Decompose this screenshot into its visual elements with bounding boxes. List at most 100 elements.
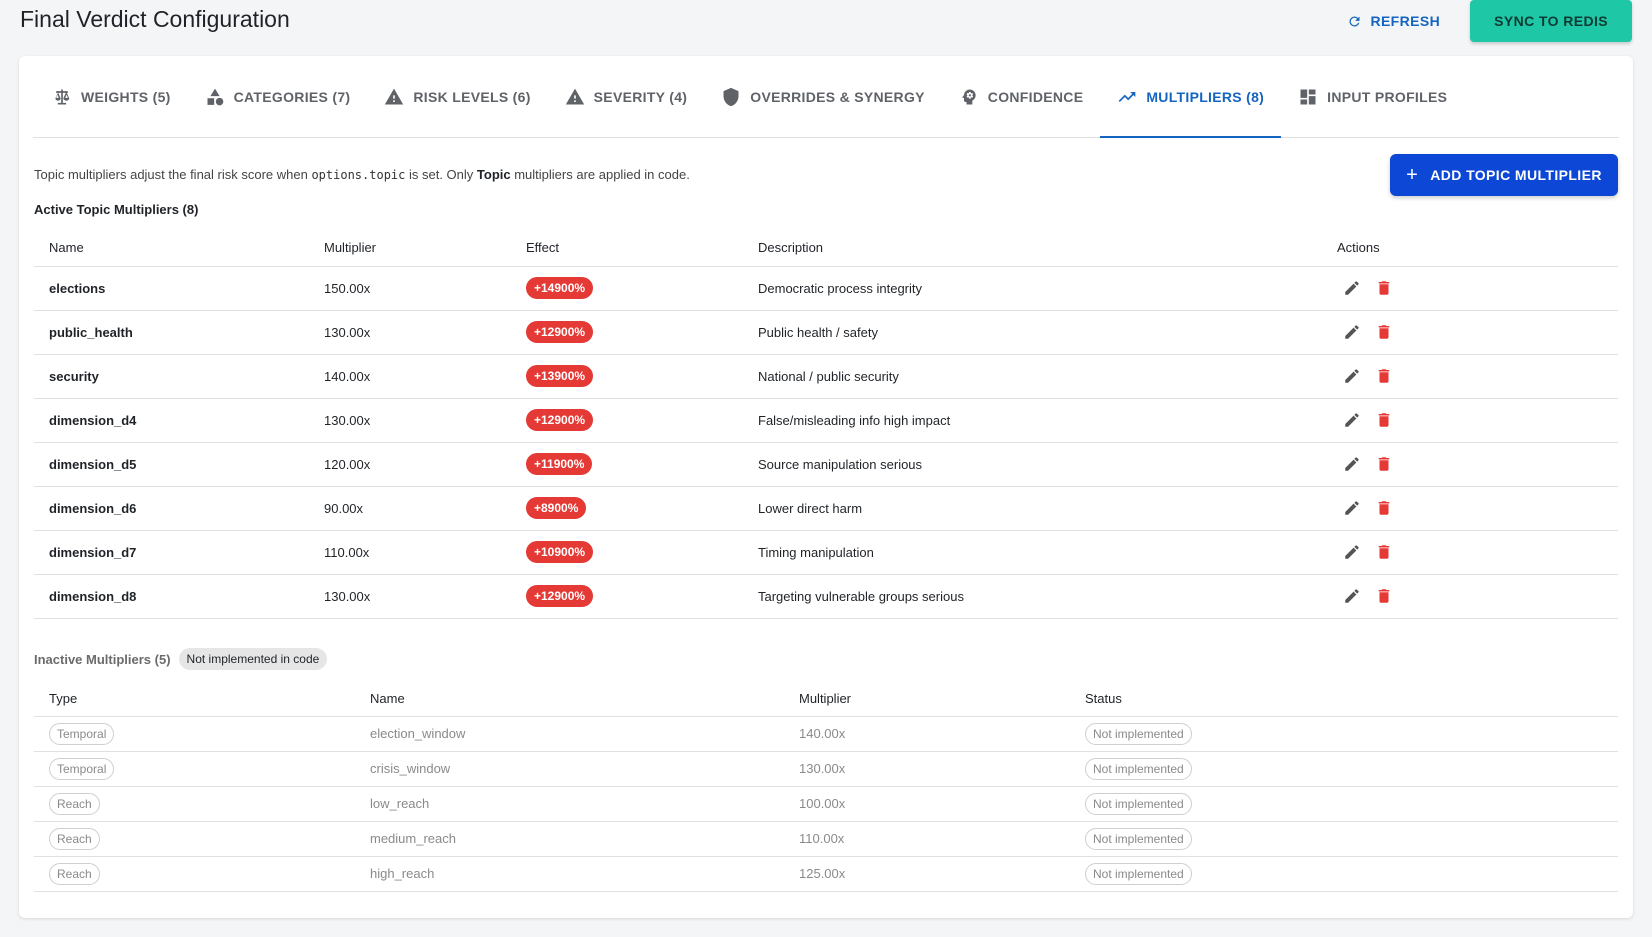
column-header: Description: [743, 230, 1322, 267]
tab-severity[interactable]: SEVERITY (4): [548, 56, 705, 137]
code-snippet: options.topic: [311, 168, 406, 182]
edit-icon[interactable]: [1343, 543, 1361, 561]
effect-cell: +10900%: [511, 530, 743, 575]
multiplier-name: public_health: [34, 310, 309, 355]
delete-icon[interactable]: [1375, 279, 1393, 297]
type-cell: Temporal: [34, 716, 355, 752]
delete-icon[interactable]: [1375, 499, 1393, 517]
tab-weights[interactable]: WEIGHTS (5): [35, 56, 188, 137]
tab-bar: WEIGHTS (5) CATEGORIES (7) RISK LEVELS (…: [33, 56, 1619, 138]
inactive-name: crisis_window: [355, 751, 784, 787]
type-cell: Reach: [34, 786, 355, 822]
tab-label: CONFIDENCE: [987, 88, 1084, 105]
effect-badge: +14900%: [526, 277, 594, 299]
intro-text: Topic multipliers adjust the final risk …: [34, 167, 690, 182]
multiplier-value: 140.00x: [309, 354, 511, 399]
actions-cell: [1322, 398, 1618, 443]
multiplier-description: Lower direct harm: [743, 486, 1322, 531]
add-topic-multiplier-button[interactable]: + ADD TOPIC MULTIPLIER: [1390, 154, 1618, 196]
effect-badge: +13900%: [526, 365, 594, 387]
column-header: Effect: [511, 230, 743, 267]
multiplier-description: Targeting vulnerable groups serious: [743, 574, 1322, 619]
type-cell: Temporal: [34, 751, 355, 787]
actions-cell: [1322, 574, 1618, 619]
tab-categories[interactable]: CATEGORIES (7): [188, 56, 368, 137]
table-row: dimension_d8 130.00x +12900% Targeting vuln…: [34, 574, 1618, 619]
column-header: Multiplier: [309, 230, 511, 267]
table-row: elections 150.00x +14900% Democratic proces…: [34, 266, 1618, 311]
scale-icon: [55, 89, 70, 104]
sync-to-redis-button[interactable]: SYNC TO REDIS: [1470, 0, 1632, 42]
column-header: Name: [355, 682, 784, 717]
warning-icon: [385, 88, 404, 104]
edit-icon[interactable]: [1343, 455, 1361, 473]
tab-multipliers[interactable]: MULTIPLIERS (8): [1100, 56, 1281, 138]
multiplier-description: Public health / safety: [743, 310, 1322, 355]
effect-cell: +12900%: [511, 310, 743, 355]
effect-badge: +8900%: [526, 497, 587, 519]
page-title: Final Verdict Configuration: [20, 6, 290, 32]
effect-cell: +12900%: [511, 574, 743, 619]
tab-label: OVERRIDES & SYNERGY: [750, 88, 925, 105]
table-row: dimension_d7 110.00x +10900% Timing manipul…: [34, 530, 1618, 575]
plus-icon: +: [1406, 164, 1419, 186]
not-implemented-chip: Not implemented in code: [178, 648, 328, 670]
actions-cell: [1322, 354, 1618, 399]
edit-icon[interactable]: [1343, 587, 1361, 605]
column-header: Multiplier: [784, 682, 1070, 717]
refresh-button[interactable]: REFRESH: [1335, 5, 1452, 37]
multiplier-name: security: [34, 354, 309, 399]
effect-badge: +12900%: [526, 321, 594, 343]
delete-icon[interactable]: [1375, 543, 1393, 561]
inactive-multipliers-title: Inactive Multipliers (5): [34, 651, 171, 667]
active-multipliers-title: Active Topic Multipliers (8): [34, 202, 199, 217]
tab-input-profiles[interactable]: INPUT PROFILES: [1281, 56, 1464, 137]
delete-icon[interactable]: [1375, 323, 1393, 341]
type-cell: Reach: [34, 856, 355, 892]
multiplier-description: Democratic process integrity: [743, 266, 1322, 311]
edit-icon[interactable]: [1343, 323, 1361, 341]
inactive-name: high_reach: [355, 856, 784, 892]
tab-label: MULTIPLIERS (8): [1146, 88, 1265, 105]
edit-icon[interactable]: [1343, 367, 1361, 385]
delete-icon[interactable]: [1375, 367, 1393, 385]
multiplier-name: dimension_d7: [34, 530, 309, 575]
multiplier-value: 110.00x: [309, 530, 511, 575]
table-row: Temporal crisis_window 130.00x Not implemen…: [34, 751, 1618, 787]
edit-icon[interactable]: [1343, 279, 1361, 297]
multiplier-value: 130.00x: [309, 574, 511, 619]
effect-badge: +10900%: [526, 541, 594, 563]
brain-icon: [962, 89, 976, 104]
multiplier-description: Timing manipulation: [743, 530, 1322, 575]
add-button-label: ADD TOPIC MULTIPLIER: [1430, 167, 1602, 183]
multiplier-description: Source manipulation serious: [743, 442, 1322, 487]
multiplier-name: elections: [34, 266, 309, 311]
tab-label: SEVERITY (4): [593, 88, 688, 105]
shield-icon: [723, 87, 739, 106]
tab-label: RISK LEVELS (6): [413, 88, 531, 105]
tab-confidence[interactable]: CONFIDENCE: [942, 56, 1101, 137]
effect-cell: +8900%: [511, 486, 743, 531]
multiplier-name: dimension_d5: [34, 442, 309, 487]
delete-icon[interactable]: [1375, 411, 1393, 429]
multiplier-name: dimension_d6: [34, 486, 309, 531]
header-actions: REFRESH SYNC TO REDIS: [1335, 0, 1632, 42]
delete-icon[interactable]: [1375, 455, 1393, 473]
type-cell: Reach: [34, 821, 355, 857]
edit-icon[interactable]: [1343, 499, 1361, 517]
multiplier-value: 120.00x: [309, 442, 511, 487]
tab-risk-levels[interactable]: RISK LEVELS (6): [367, 56, 547, 137]
row-actions: [1337, 367, 1618, 385]
effect-cell: +13900%: [511, 354, 743, 399]
status-cell: Not implemented: [1070, 751, 1618, 787]
table-row: Reach low_reach 100.00x Not implemented: [34, 786, 1618, 822]
row-actions: [1337, 499, 1618, 517]
tab-overrides-synergy[interactable]: OVERRIDES & SYNERGY: [704, 56, 942, 137]
delete-icon[interactable]: [1375, 587, 1393, 605]
table-row: Reach medium_reach 110.00x Not implemented: [34, 821, 1618, 857]
effect-cell: +14900%: [511, 266, 743, 311]
column-header: Type: [34, 682, 355, 717]
actions-cell: [1322, 486, 1618, 531]
edit-icon[interactable]: [1343, 411, 1361, 429]
table-row: security 140.00x +13900% National / public …: [34, 354, 1618, 399]
